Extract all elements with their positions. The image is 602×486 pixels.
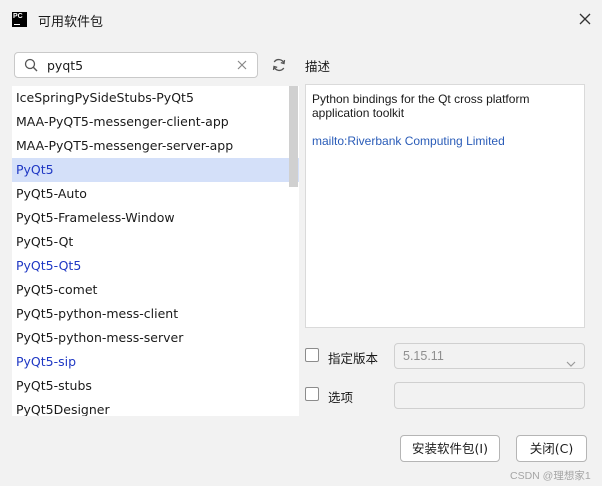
package-item[interactable]: PyQt5-python-mess-client [12,302,299,326]
version-select[interactable]: 5.15.11 [394,343,585,369]
specify-version-label: 指定版本 [328,351,379,366]
package-item[interactable]: PyQt5-comet [12,278,299,302]
package-item[interactable]: MAA-PyQT5-messenger-client-app [12,110,299,134]
package-item[interactable]: PyQt5Designer [12,398,299,416]
package-item[interactable]: PyQt5-Qt [12,230,299,254]
description-text: Python bindings for the Qt cross platfor… [312,92,530,120]
package-item-selected[interactable]: PyQt5 [12,158,299,182]
search-icon [23,57,39,73]
refresh-icon[interactable] [270,56,288,74]
package-item[interactable]: MAA-PyQT5-messenger-server-app [12,134,299,158]
title-bar: PC 可用软件包 [0,0,602,38]
search-field[interactable] [14,52,258,78]
package-item[interactable]: PyQt5-Qt5 [12,254,299,278]
close-icon[interactable] [576,10,594,28]
logo-text: PC [13,13,23,20]
chevron-down-icon [566,352,576,367]
package-item[interactable]: IceSpringPySideStubs-PyQt5 [12,86,299,110]
package-item[interactable]: PyQt5-Frameless-Window [12,206,299,230]
options-label: 选项 [328,390,354,405]
pycharm-logo-icon: PC [12,12,27,27]
options-input[interactable] [394,382,585,409]
specify-version-checkbox[interactable] [305,348,319,362]
package-item[interactable]: PyQt5-sip [12,350,299,374]
options-checkbox[interactable] [305,387,319,401]
author-link[interactable]: mailto:Riverbank Computing Limited [312,134,578,148]
package-item[interactable]: PyQt5-python-mess-server [12,326,299,350]
watermark: CSDN @理想家1 [510,470,591,482]
package-list-scrollbar[interactable] [289,86,298,187]
package-item[interactable]: PyQt5-stubs [12,374,299,398]
clear-search-icon[interactable] [235,58,249,72]
install-package-button[interactable]: 安装软件包(I) [400,435,500,462]
package-item[interactable]: PyQt5-Auto [12,182,299,206]
version-value: 5.15.11 [403,349,444,363]
search-input[interactable] [47,55,227,75]
package-list[interactable]: IceSpringPySideStubs-PyQt5 MAA-PyQT5-mess… [12,86,299,416]
description-label: 描述 [305,59,331,74]
close-button[interactable]: 关闭(C) [516,435,587,462]
description-panel: Python bindings for the Qt cross platfor… [305,84,585,328]
window-title: 可用软件包 [38,15,104,30]
